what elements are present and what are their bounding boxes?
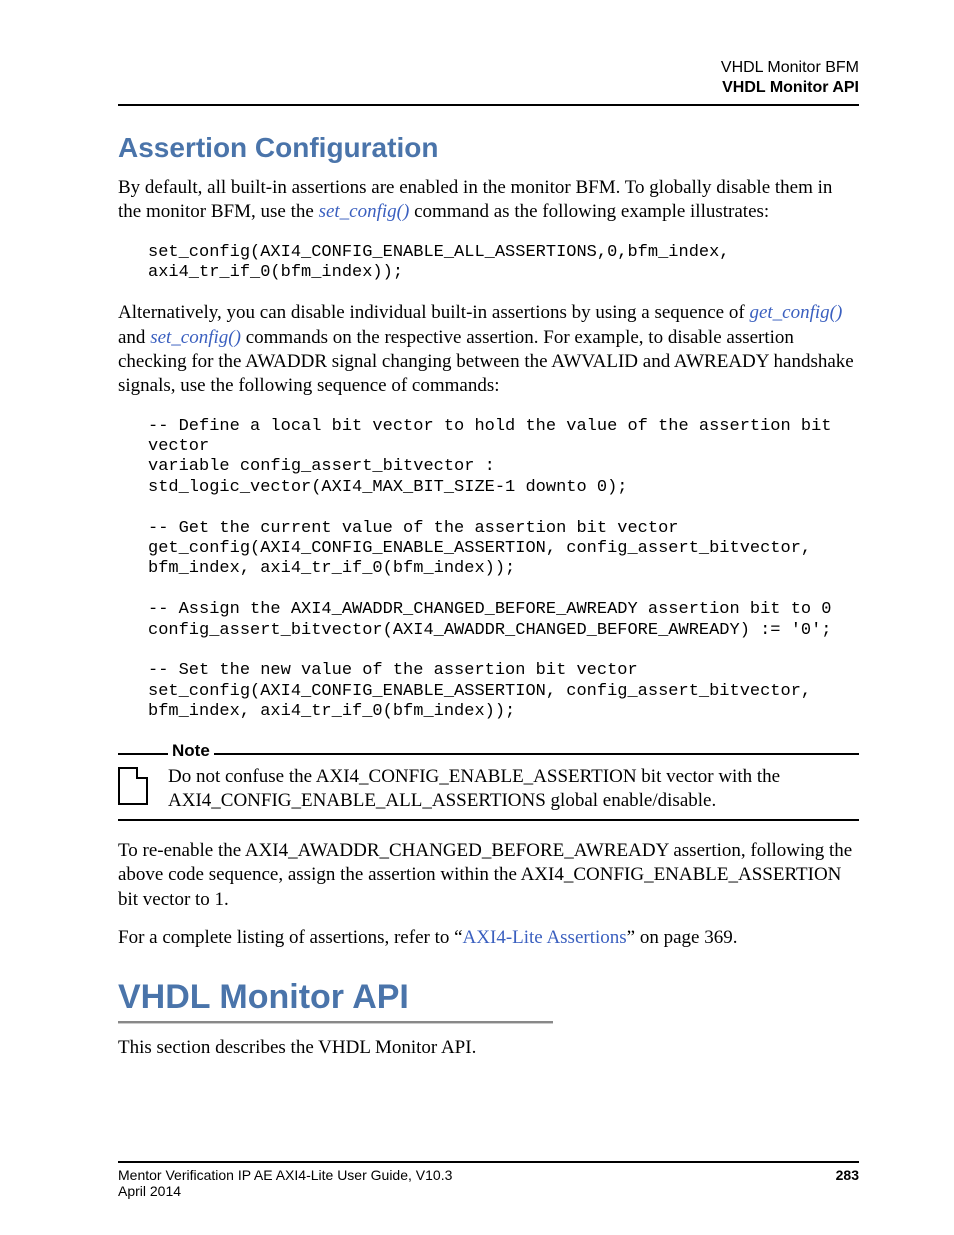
code-block-1: set_config(AXI4_CONFIG_ENABLE_ALL_ASSERT… <box>148 243 859 284</box>
text: and <box>118 327 150 348</box>
para-alternatively: Alternatively, you can disable individua… <box>118 301 859 398</box>
para-reference: For a complete listing of assertions, re… <box>118 926 859 950</box>
link-axi4-lite-assertions[interactable]: AXI4-Lite Assertions <box>463 927 627 948</box>
para-intro: By default, all built-in assertions are … <box>118 176 859 225</box>
note-label: Note <box>168 741 214 763</box>
code-block-2: -- Define a local bit vector to hold the… <box>148 417 859 723</box>
text: command as the following example illustr… <box>409 201 769 222</box>
para-reenable: To re-enable the AXI4_AWADDR_CHANGED_BEF… <box>118 839 859 912</box>
running-header: VHDL Monitor BFM VHDL Monitor API <box>118 58 859 98</box>
section-heading-assertion-configuration: Assertion Configuration <box>118 132 859 164</box>
note-block: Note Do not confuse the AXI4_CONFIG_ENAB… <box>118 741 859 822</box>
note-rule-bottom <box>118 819 859 821</box>
footer-date: April 2014 <box>118 1183 859 1199</box>
text: ” on page 369. <box>627 927 738 948</box>
text: For a complete listing of assertions, re… <box>118 927 463 948</box>
footer-rule <box>118 1161 859 1163</box>
header-rule <box>118 104 859 106</box>
note-header: Note <box>118 741 859 763</box>
header-line-1: VHDL Monitor BFM <box>118 58 859 78</box>
link-set-config[interactable]: set_config() <box>319 201 410 222</box>
text: Alternatively, you can disable individua… <box>118 302 749 323</box>
note-rule-lead <box>118 753 168 755</box>
link-set-config-2[interactable]: set_config() <box>150 327 241 348</box>
footer-title: Mentor Verification IP AE AXI4-Lite User… <box>118 1167 452 1183</box>
document-icon <box>118 767 148 805</box>
para-api-intro: This section describes the VHDL Monitor … <box>118 1036 859 1060</box>
section-heading-vhdl-monitor-api: VHDL Monitor API <box>118 978 859 1017</box>
note-body: Do not confuse the AXI4_CONFIG_ENABLE_AS… <box>118 765 859 814</box>
heading-underline <box>118 1021 553 1024</box>
header-line-2: VHDL Monitor API <box>118 78 859 98</box>
note-rule-trail <box>214 753 859 755</box>
page: VHDL Monitor BFM VHDL Monitor API Assert… <box>0 0 954 1235</box>
page-footer: Mentor Verification IP AE AXI4-Lite User… <box>118 1161 859 1199</box>
link-get-config[interactable]: get_config() <box>749 302 842 323</box>
note-text: Do not confuse the AXI4_CONFIG_ENABLE_AS… <box>168 765 859 814</box>
page-number: 283 <box>836 1167 859 1183</box>
